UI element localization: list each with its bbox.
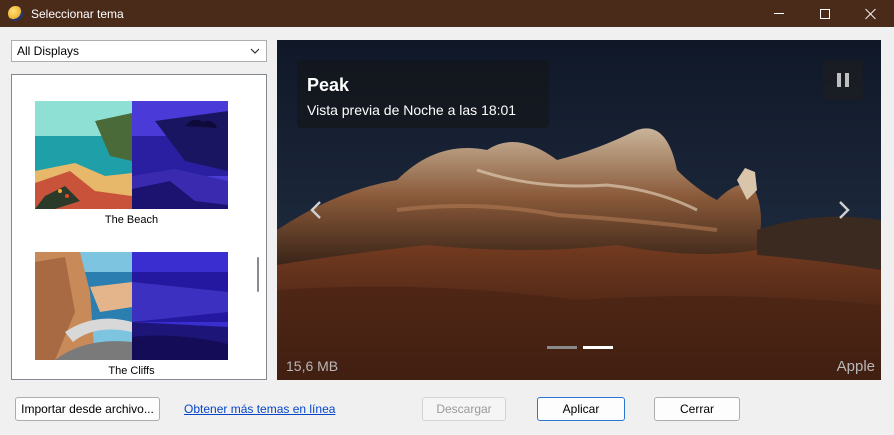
app-icon	[8, 6, 23, 21]
minimize-icon	[774, 13, 784, 14]
theme-preview: Peak Vista previa de Noche a las 18:01 1…	[277, 40, 881, 380]
close-icon	[865, 8, 877, 20]
theme-item-the-cliffs[interactable]: The Cliffs	[35, 252, 228, 377]
preview-caption: Peak Vista previa de Noche a las 18:01	[297, 60, 549, 128]
get-more-themes-link[interactable]: Obtener más temas en línea	[184, 402, 335, 416]
chevron-left-icon	[310, 201, 321, 219]
theme-name: The Beach	[104, 214, 159, 226]
preview-subtitle: Vista previa de Noche a las 18:01	[307, 102, 517, 118]
window-title: Seleccionar tema	[31, 7, 124, 21]
theme-thumbnail	[35, 252, 228, 360]
close-window-button[interactable]	[848, 0, 894, 27]
theme-author: Apple	[836, 358, 875, 375]
theme-list[interactable]: The Beach The Cliffs	[11, 74, 267, 380]
preview-title: Peak	[307, 75, 350, 95]
download-button[interactable]: Descargar	[422, 397, 506, 421]
previous-slide-button[interactable]	[305, 198, 329, 222]
download-size: 15,6 MB	[286, 358, 339, 374]
import-from-file-button[interactable]: Importar desde archivo...	[15, 397, 160, 421]
display-select-value: All Displays	[17, 44, 80, 58]
theme-name: The Cliffs	[108, 365, 155, 377]
display-select[interactable]: All Displays	[11, 40, 267, 62]
maximize-icon	[820, 8, 830, 19]
scrollbar-track[interactable]	[249, 75, 266, 379]
maximize-button[interactable]	[802, 0, 848, 27]
slide-indicator-2[interactable]	[583, 346, 613, 349]
chevron-right-icon	[839, 201, 850, 219]
slide-indicator-1[interactable]	[547, 346, 577, 349]
pause-button[interactable]	[823, 60, 863, 100]
theme-item-the-beach[interactable]: The Beach	[35, 101, 228, 226]
minimize-button[interactable]	[756, 0, 802, 27]
scrollbar-thumb[interactable]	[257, 257, 259, 292]
theme-thumbnail	[35, 101, 228, 209]
title-bar: Seleccionar tema	[0, 0, 894, 27]
apply-button[interactable]: Aplicar	[537, 397, 625, 421]
chevron-down-icon	[250, 48, 260, 54]
close-button[interactable]: Cerrar	[654, 397, 740, 421]
next-slide-button[interactable]	[831, 198, 855, 222]
